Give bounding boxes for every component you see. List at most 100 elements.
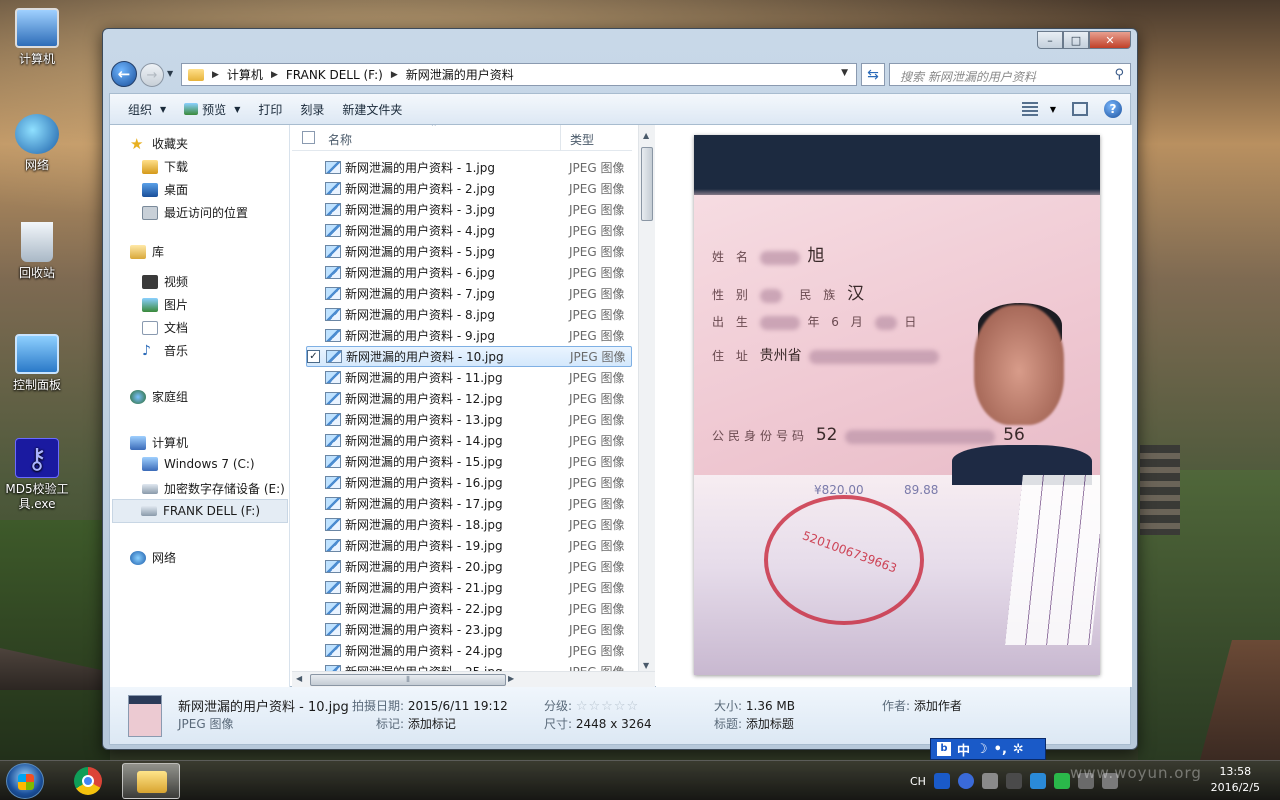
file-checkbox[interactable]	[306, 413, 319, 426]
close-button[interactable]: ✕	[1089, 31, 1131, 49]
start-button[interactable]	[6, 763, 44, 799]
nav-libraries[interactable]: 库	[130, 243, 164, 260]
taskbar-chrome[interactable]	[60, 763, 118, 799]
file-checkbox[interactable]	[306, 644, 319, 657]
details-author[interactable]: 作者: 添加作者	[882, 697, 962, 714]
file-checkbox[interactable]	[306, 560, 319, 573]
back-button[interactable]: ←	[111, 61, 137, 87]
scroll-down-icon[interactable]: ▼	[643, 661, 649, 670]
file-checkbox[interactable]	[306, 224, 319, 237]
nav-pictures[interactable]: 图片	[142, 296, 188, 313]
desktop-icon-network[interactable]: 网络	[4, 114, 70, 173]
details-rating[interactable]: 分级: ☆☆☆☆☆	[544, 697, 639, 714]
file-row[interactable]: 新网泄漏的用户资料 - 15.jpg JPEG 图像	[306, 451, 632, 472]
nav-documents[interactable]: 文档	[142, 319, 188, 336]
file-checkbox[interactable]	[306, 245, 319, 258]
print-button[interactable]: 打印	[252, 101, 294, 118]
file-checkbox[interactable]	[306, 203, 319, 216]
usb-tray-icon[interactable]	[981, 773, 998, 789]
breadcrumb-computer[interactable]: 计算机	[227, 66, 263, 83]
file-checkbox[interactable]	[306, 455, 319, 468]
horizontal-scrollbar[interactable]: ◀ ⦀ ▶	[292, 671, 655, 687]
nav-drive-f[interactable]: FRANK DELL (F:)	[112, 499, 288, 523]
tray-language[interactable]: CH	[910, 775, 926, 788]
help-tray-icon[interactable]	[957, 773, 974, 789]
nav-drive-e[interactable]: 加密数字存储设备 (E:)	[142, 480, 285, 497]
breadcrumb-drive[interactable]: FRANK DELL (F:)	[286, 68, 383, 82]
file-checkbox[interactable]: ✓	[307, 350, 320, 363]
rating-stars[interactable]: ☆☆☆☆☆	[576, 699, 639, 714]
new-folder-button[interactable]: 新建文件夹	[336, 101, 414, 118]
desktop-icon-computer[interactable]: 计算机	[4, 8, 70, 67]
punctuation-icon[interactable]: •,	[994, 742, 1007, 757]
search-input[interactable]: 搜索 新网泄漏的用户资料 ⚲	[889, 63, 1131, 86]
file-checkbox[interactable]	[306, 329, 319, 342]
file-checkbox[interactable]	[306, 518, 319, 531]
burn-button[interactable]: 刻录	[294, 101, 336, 118]
app-tray-icon[interactable]	[1029, 773, 1046, 789]
file-row[interactable]: 新网泄漏的用户资料 - 20.jpg JPEG 图像	[306, 556, 632, 577]
scroll-up-icon[interactable]: ▲	[643, 131, 649, 140]
desktop-icon-control-panel[interactable]: 控制面板	[4, 334, 70, 393]
file-checkbox[interactable]	[306, 581, 319, 594]
forward-button[interactable]: →	[140, 63, 164, 87]
file-row[interactable]: 新网泄漏的用户资料 - 11.jpg JPEG 图像	[306, 367, 632, 388]
scroll-thumb[interactable]: ⦀	[310, 674, 506, 686]
settings-icon[interactable]: ✲	[1013, 742, 1024, 757]
file-checkbox[interactable]	[306, 497, 319, 510]
breadcrumb-separator[interactable]: ▶	[391, 70, 398, 80]
details-tags[interactable]: 标记: 添加标记	[376, 715, 456, 732]
title-value[interactable]: 添加标题	[746, 717, 794, 731]
nav-recent[interactable]: 最近访问的位置	[142, 204, 248, 221]
file-row[interactable]: 新网泄漏的用户资料 - 17.jpg JPEG 图像	[306, 493, 632, 514]
file-checkbox[interactable]	[306, 161, 319, 174]
address-bar[interactable]: ▶ 计算机 ▶ FRANK DELL (F:) ▶ 新网泄漏的用户资料 ▼	[181, 63, 857, 86]
search-icon[interactable]: ⚲	[1114, 67, 1124, 82]
recent-pages-dropdown[interactable]: ▼	[167, 69, 173, 78]
file-row[interactable]: ✓ 新网泄漏的用户资料 - 10.jpg JPEG 图像	[306, 346, 632, 367]
action-center-icon[interactable]	[1005, 773, 1022, 789]
nav-computer[interactable]: 计算机	[130, 434, 188, 451]
file-checkbox[interactable]	[306, 287, 319, 300]
nav-music[interactable]: ♪ 音乐	[142, 342, 188, 359]
file-row[interactable]: 新网泄漏的用户资料 - 2.jpg JPEG 图像	[306, 178, 632, 199]
minimize-button[interactable]: –	[1037, 31, 1063, 49]
file-checkbox[interactable]	[306, 476, 319, 489]
sync-tray-icon[interactable]	[1053, 773, 1070, 789]
file-checkbox[interactable]	[306, 392, 319, 405]
file-row[interactable]: 新网泄漏的用户资料 - 8.jpg JPEG 图像	[306, 304, 632, 325]
scroll-left-icon[interactable]: ◀	[296, 674, 302, 683]
file-row[interactable]: 新网泄漏的用户资料 - 18.jpg JPEG 图像	[306, 514, 632, 535]
file-row[interactable]: 新网泄漏的用户资料 - 24.jpg JPEG 图像	[306, 640, 632, 661]
nav-videos[interactable]: 视频	[142, 273, 188, 290]
address-dropdown-icon[interactable]: ▼	[841, 68, 848, 78]
details-title[interactable]: 标题: 添加标题	[714, 715, 794, 732]
file-row[interactable]: 新网泄漏的用户资料 - 3.jpg JPEG 图像	[306, 199, 632, 220]
file-checkbox[interactable]	[306, 308, 319, 321]
column-header-type[interactable]: 类型	[570, 131, 594, 148]
file-row[interactable]: 新网泄漏的用户资料 - 22.jpg JPEG 图像	[306, 598, 632, 619]
select-all-checkbox[interactable]	[302, 131, 315, 144]
file-checkbox[interactable]	[306, 539, 319, 552]
ime-mode[interactable]: 中	[957, 740, 970, 759]
nav-favorites[interactable]: ★ 收藏夹	[130, 135, 188, 152]
clock[interactable]: 13:58 2016/2/5	[1211, 764, 1260, 796]
file-checkbox[interactable]	[306, 371, 319, 384]
file-row[interactable]: 新网泄漏的用户资料 - 1.jpg JPEG 图像	[306, 157, 632, 178]
vertical-scrollbar[interactable]: ▲ ▼	[638, 125, 655, 671]
desktop-icon-md5-tool[interactable]: ⚷ MD5校验工具.exe	[4, 438, 70, 512]
column-divider[interactable]	[560, 125, 561, 151]
breadcrumb-folder[interactable]: 新网泄漏的用户资料	[406, 66, 514, 83]
breadcrumb-separator[interactable]: ▶	[271, 70, 278, 80]
file-checkbox[interactable]	[306, 266, 319, 279]
maximize-button[interactable]: □	[1063, 31, 1089, 49]
scroll-thumb[interactable]	[641, 147, 653, 221]
nav-drive-c[interactable]: Windows 7 (C:)	[142, 457, 255, 471]
moon-icon[interactable]: ☽	[976, 742, 988, 757]
file-checkbox[interactable]	[306, 602, 319, 615]
file-row[interactable]: 新网泄漏的用户资料 - 23.jpg JPEG 图像	[306, 619, 632, 640]
taskbar-explorer[interactable]	[122, 763, 180, 799]
preview-button[interactable]: 预览 ▼	[178, 101, 252, 118]
help-icon[interactable]: ?	[1104, 100, 1122, 118]
nav-homegroup[interactable]: 家庭组	[130, 388, 188, 405]
